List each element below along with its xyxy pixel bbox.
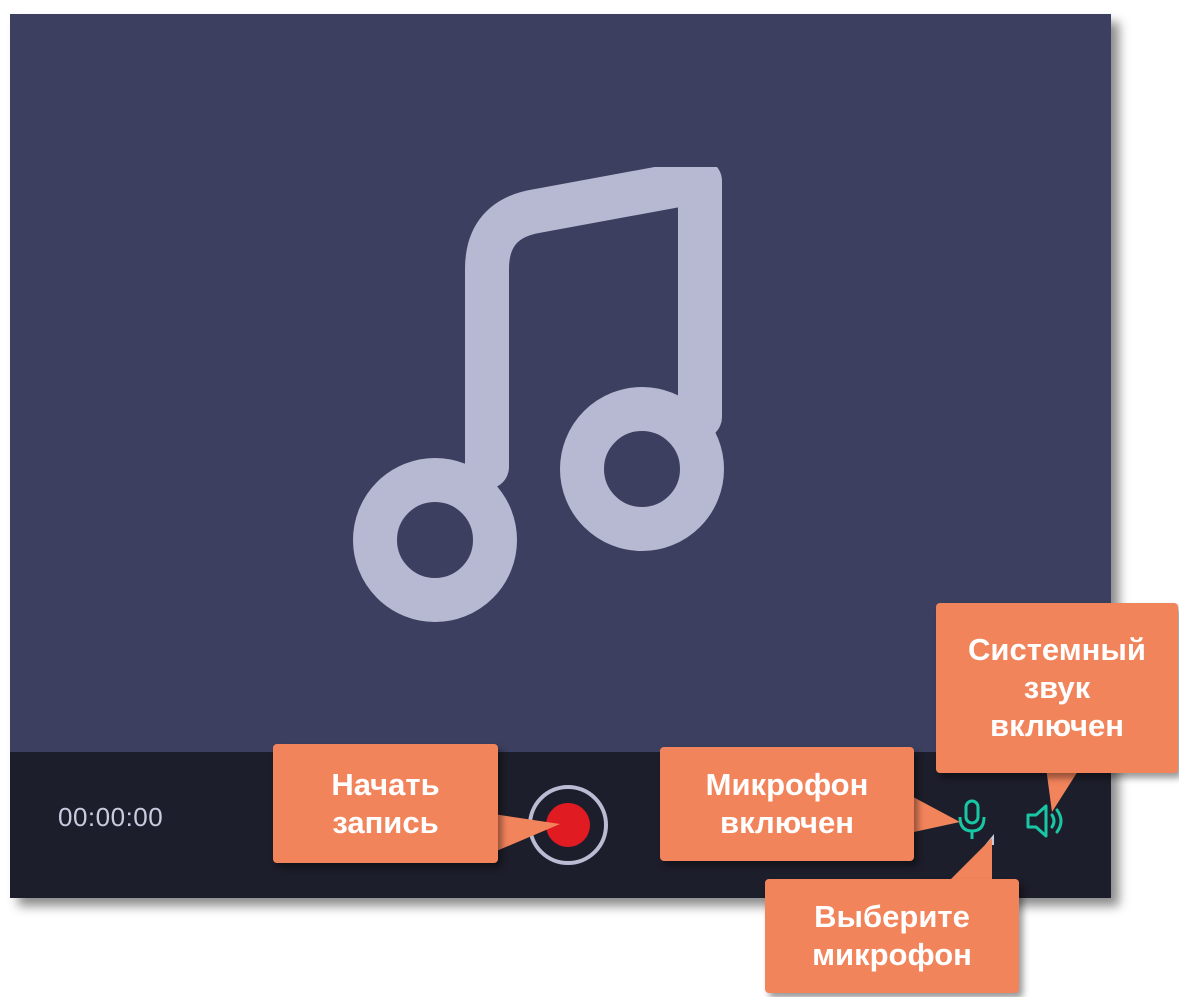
choose-mic-label: Выберите микрофон bbox=[812, 899, 972, 972]
speaker-icon[interactable] bbox=[1025, 802, 1067, 840]
system-sound-callout: Системный звук включен bbox=[936, 603, 1178, 773]
mic-dropdown-arrow-icon[interactable] bbox=[985, 834, 994, 845]
mic-on-callout: Микрофон включен bbox=[660, 747, 914, 861]
microphone-icon[interactable] bbox=[957, 799, 987, 841]
record-button[interactable] bbox=[528, 785, 608, 865]
music-note-icon bbox=[353, 167, 724, 622]
recording-toolbar: 00:00:00 bbox=[10, 752, 1111, 898]
start-recording-label: Начать запись bbox=[331, 766, 440, 840]
start-recording-callout: Начать запись bbox=[273, 744, 498, 863]
system-sound-label: Системный звук включен bbox=[968, 632, 1146, 743]
choose-mic-callout: Выберите микрофон bbox=[765, 879, 1019, 993]
mic-on-label: Микрофон включен bbox=[705, 767, 869, 840]
timer-display: 00:00:00 bbox=[58, 802, 164, 832]
record-icon bbox=[546, 803, 590, 847]
